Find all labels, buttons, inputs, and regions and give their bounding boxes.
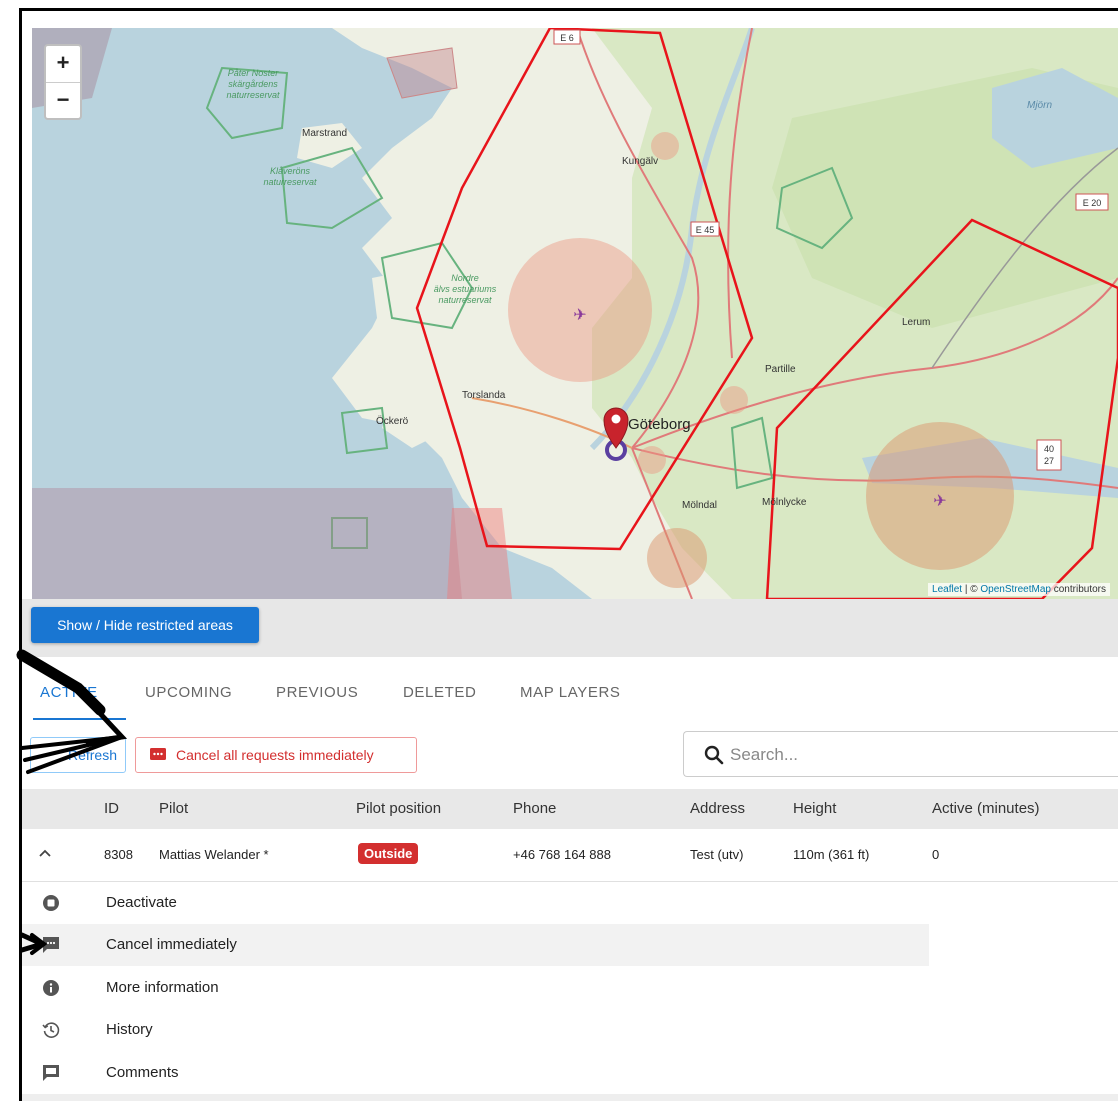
map-view[interactable]: ✈ ✈ E 6 E 45 E 20 40 27 Påter Noster skä…: [32, 28, 1118, 599]
attribution-contributors: contributors: [1050, 584, 1106, 595]
cell-phone: +46 768 164 888: [513, 847, 611, 862]
place-label: naturreservat: [226, 90, 280, 100]
tab-map-layers[interactable]: MAP LAYERS: [520, 684, 620, 701]
place-label: Mjörn: [1027, 100, 1052, 111]
road-label: 27: [1044, 456, 1054, 466]
cancel-all-requests-button[interactable]: Cancel all requests immediately: [135, 737, 417, 773]
action-deactivate[interactable]: Deactivate: [22, 882, 929, 924]
place-label: älvs estuariums: [434, 284, 497, 294]
column-header-id[interactable]: ID: [104, 800, 119, 817]
osm-link[interactable]: OpenStreetMap: [980, 584, 1051, 595]
refresh-button[interactable]: Refresh: [30, 737, 126, 773]
column-header-phone[interactable]: Phone: [513, 800, 556, 817]
restricted-area: [32, 488, 462, 599]
place-label: Mölndal: [682, 500, 717, 511]
place-label: Torslanda: [462, 390, 506, 401]
message-icon: [43, 937, 59, 953]
place-label: Påter Noster: [228, 68, 280, 78]
action-cancel-immediately[interactable]: Cancel immediately: [22, 924, 929, 966]
place-label: skärgårdens: [228, 79, 278, 89]
action-label: History: [106, 1021, 153, 1038]
tab-previous[interactable]: PREVIOUS: [276, 684, 358, 701]
tab-deleted[interactable]: DELETED: [403, 684, 476, 701]
place-label: naturreservat: [438, 295, 492, 305]
place-label: Öckerö: [376, 415, 409, 427]
active-tab-indicator: [33, 718, 126, 720]
chevron-up-icon[interactable]: [38, 848, 52, 858]
place-label: naturreservat: [263, 177, 317, 187]
stop-circle-icon: [43, 895, 59, 911]
attribution-separator: | ©: [962, 584, 981, 595]
place-label: Lerum: [902, 317, 930, 328]
place-label: Mölnlycke: [762, 497, 807, 508]
action-label: Cancel immediately: [106, 936, 237, 953]
history-icon: [42, 1022, 60, 1038]
zoom-out-button[interactable]: −: [46, 83, 80, 119]
show-hide-restricted-areas-button[interactable]: Show / Hide restricted areas: [31, 607, 259, 643]
map-attribution: Leaflet | © OpenStreetMap contributors: [928, 583, 1110, 596]
cell-active-minutes: 0: [932, 847, 940, 862]
column-header-pilot-position[interactable]: Pilot position: [356, 800, 441, 817]
road-label: 40: [1044, 444, 1054, 454]
cell-pilot: Mattias Welander *: [159, 847, 269, 862]
place-label: Partille: [765, 364, 796, 375]
leaflet-link[interactable]: Leaflet: [932, 584, 962, 595]
search-input[interactable]: [728, 740, 1092, 770]
search-box[interactable]: [683, 731, 1118, 777]
cancel-all-label: Cancel all requests immediately: [176, 747, 374, 763]
cell-height: 110m (361 ft): [793, 847, 870, 862]
action-more-information[interactable]: More information: [22, 967, 929, 1009]
column-header-active-minutes[interactable]: Active (minutes): [932, 800, 1040, 817]
action-label: Deactivate: [106, 894, 177, 911]
status-badge: Outside: [358, 843, 419, 864]
action-label: More information: [106, 979, 219, 996]
table-row[interactable]: 8308 Mattias Welander * Outside +46 768 …: [22, 830, 1118, 882]
column-header-address[interactable]: Address: [690, 800, 745, 817]
comment-icon: [43, 1065, 59, 1081]
zoom-in-button[interactable]: +: [46, 46, 80, 83]
road-label: E 6: [560, 33, 574, 43]
column-header-pilot[interactable]: Pilot: [159, 800, 188, 817]
action-comments[interactable]: Comments: [22, 1052, 929, 1094]
place-label: Nordre: [451, 273, 479, 283]
road-label: E 45: [696, 225, 715, 235]
message-icon: [150, 748, 166, 760]
search-icon: [704, 745, 724, 765]
column-header-height[interactable]: Height: [793, 800, 836, 817]
action-label: Comments: [106, 1064, 179, 1081]
cell-id: 8308: [104, 847, 133, 862]
restricted-circle: [647, 528, 707, 588]
map-canvas[interactable]: ✈ ✈ E 6 E 45 E 20 40 27 Påter Noster skä…: [32, 28, 1118, 599]
zoom-control: + −: [44, 44, 82, 120]
place-label: Marstrand: [302, 128, 347, 139]
airport-icon: ✈: [573, 307, 586, 324]
city-label: Göteborg: [628, 416, 691, 433]
tab-active[interactable]: ACTIVE: [40, 684, 98, 701]
table-footer-border: [22, 1094, 1118, 1101]
table-header: ID Pilot Pilot position Phone Address He…: [22, 789, 1118, 829]
place-label: Kungälv: [622, 156, 658, 167]
tab-upcoming[interactable]: UPCOMING: [145, 684, 232, 701]
airport-icon: ✈: [933, 493, 946, 510]
action-history[interactable]: History: [22, 1009, 929, 1051]
place-label: Klåveröns: [270, 166, 311, 176]
road-label: E 20: [1083, 198, 1102, 208]
info-icon: [43, 980, 59, 996]
restricted-circle: [720, 386, 748, 414]
restricted-circle: [638, 446, 666, 474]
cell-address: Test (utv): [690, 847, 744, 862]
